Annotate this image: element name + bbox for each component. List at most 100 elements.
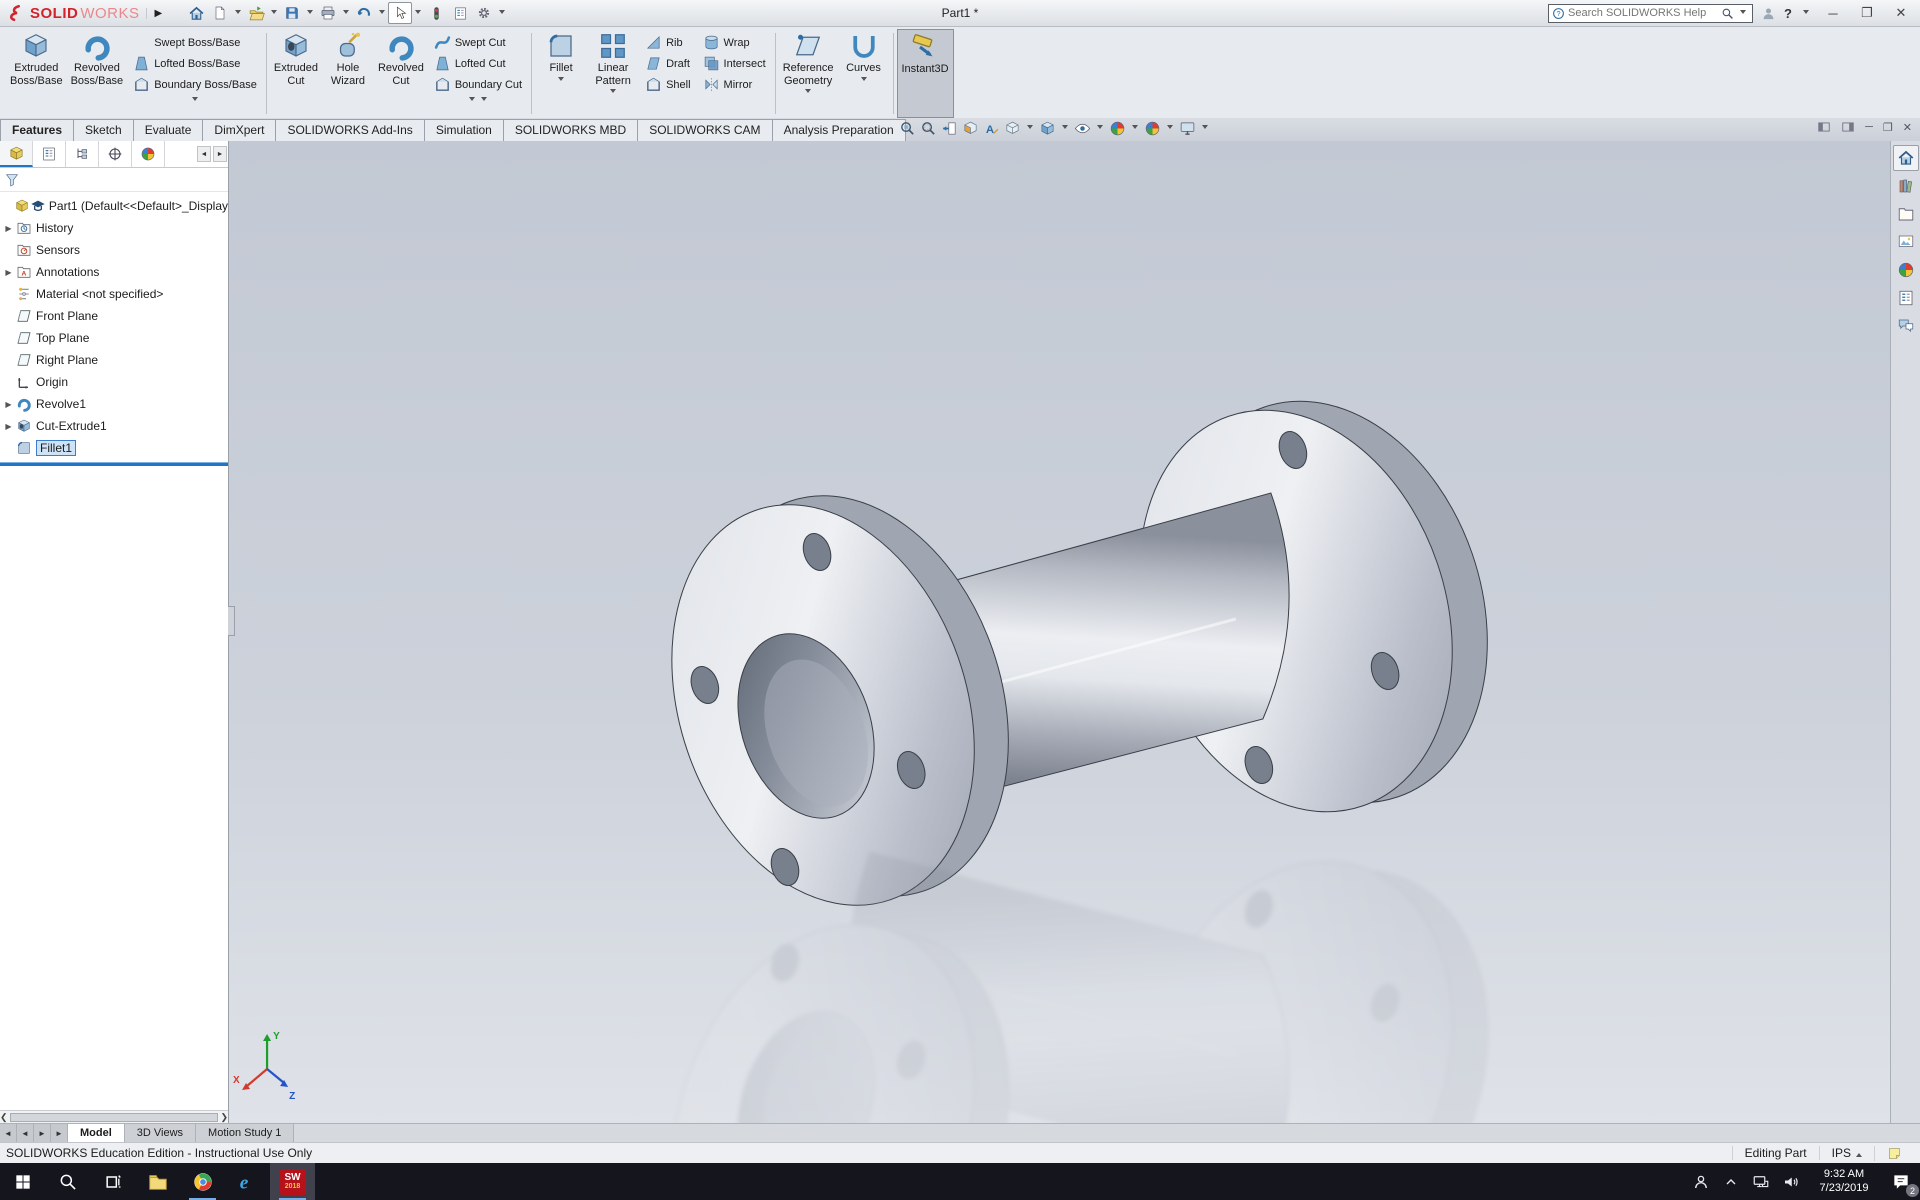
appearances-button[interactable] <box>1893 257 1919 283</box>
mirror-button[interactable]: Mirror <box>697 74 772 95</box>
undo-dropdown-caret[interactable] <box>379 10 385 17</box>
filter-funnel-icon[interactable] <box>4 172 20 188</box>
zoom-to-area-button[interactable] <box>919 119 938 138</box>
design-library-button[interactable] <box>1893 173 1919 199</box>
tab-solidworks-mbd[interactable]: SOLIDWORKS MBD <box>503 119 638 141</box>
dynamic-annotation-views-button[interactable] <box>982 119 1001 138</box>
help-dropdown-caret[interactable] <box>1803 10 1809 17</box>
tab-features[interactable]: Features <box>0 119 74 141</box>
hidden-icons-chevron[interactable] <box>1716 1163 1746 1200</box>
tab-scroll-first[interactable]: ◄ <box>0 1124 17 1142</box>
restore-button[interactable]: ❐ <box>1854 3 1880 23</box>
hide-show-items-button[interactable] <box>1073 119 1092 138</box>
reference-geometry-caret[interactable] <box>805 89 811 96</box>
taskbar-clock[interactable]: 9:32 AM 7/23/2019 <box>1806 1163 1882 1200</box>
boss-group-caret[interactable] <box>192 97 198 104</box>
user-account-icon[interactable] <box>1761 6 1776 21</box>
boundary-cut-button[interactable]: Boundary Cut <box>428 74 528 95</box>
people-tray-icon[interactable] <box>1686 1163 1716 1200</box>
tab-configurationmanager[interactable] <box>66 141 99 167</box>
help-search-box[interactable]: ? <box>1548 4 1753 23</box>
close-button[interactable]: ✕ <box>1888 3 1914 23</box>
expand-arrow-icon[interactable]: ▶ <box>2 268 15 277</box>
edit-appearance-caret[interactable] <box>1132 125 1138 132</box>
hole-wizard-button[interactable]: Hole Wizard <box>322 29 374 118</box>
apply-scene-button[interactable] <box>1143 119 1162 138</box>
tab-analysis-preparation[interactable]: Analysis Preparation <box>772 119 906 141</box>
tree-item-origin[interactable]: Origin <box>0 371 228 393</box>
tab-scroll-next[interactable]: ► <box>34 1124 51 1142</box>
taskpane-home-button[interactable] <box>1893 145 1919 171</box>
cut-group-caret[interactable] <box>469 97 475 104</box>
pane-tabs-scroll-right[interactable]: ► <box>213 146 227 162</box>
new-document-button[interactable] <box>208 2 232 24</box>
revolved-boss-base-button[interactable]: Revolved Boss/Base <box>67 29 128 118</box>
chrome-taskbar-button[interactable] <box>180 1163 225 1200</box>
scrollbar-thumb[interactable] <box>10 1113 219 1122</box>
linear-pattern-caret[interactable] <box>610 89 616 96</box>
shell-button[interactable]: Shell <box>639 74 696 95</box>
search-icon[interactable] <box>1721 7 1734 20</box>
instant3d-button[interactable]: Instant3D <box>897 29 954 118</box>
rollback-bar[interactable] <box>0 462 228 466</box>
curves-button[interactable]: Curves <box>838 29 890 118</box>
select-dropdown-caret[interactable] <box>415 10 421 17</box>
tree-item-annotations[interactable]: ▶Annotations <box>0 261 228 283</box>
tab-propertymanager[interactable] <box>33 141 66 167</box>
forum-button[interactable] <box>1893 313 1919 339</box>
view-settings-caret[interactable] <box>1202 125 1208 132</box>
pane-tabs-scroll-left[interactable]: ◄ <box>197 146 211 162</box>
tree-item-right-plane[interactable]: Right Plane <box>0 349 228 371</box>
file-explorer-button[interactable] <box>1893 201 1919 227</box>
tree-item-top-plane[interactable]: Top Plane <box>0 327 228 349</box>
graphics-area[interactable]: Y X Z <box>229 141 1890 1123</box>
tab-evaluate[interactable]: Evaluate <box>133 119 204 141</box>
tree-item-fillet1[interactable]: Fillet1 <box>0 437 228 459</box>
selection-toggles-button[interactable] <box>424 2 448 24</box>
task-view-button[interactable] <box>90 1163 135 1200</box>
tree-item-revolve1[interactable]: ▶Revolve1 <box>0 393 228 415</box>
tab-simulation[interactable]: Simulation <box>424 119 504 141</box>
print-dropdown-caret[interactable] <box>343 10 349 17</box>
tab-displaymanager[interactable] <box>132 141 165 167</box>
options-dropdown-caret[interactable] <box>499 10 505 17</box>
curves-caret[interactable] <box>861 77 867 84</box>
wrap-button[interactable]: Wrap <box>697 32 772 53</box>
tree-item-material[interactable]: Material <not specified> <box>0 283 228 305</box>
doc-close-button[interactable]: ✕ <box>1903 121 1912 134</box>
extruded-boss-base-button[interactable]: Extruded Boss/Base <box>6 29 67 118</box>
panel-splitter-handle[interactable] <box>228 606 235 636</box>
search-scope-caret[interactable] <box>1740 10 1746 17</box>
menu-flyout-arrow-icon[interactable]: ▶ <box>146 8 171 19</box>
tree-item-part1[interactable]: Part1 (Default<<Default>_Display <box>0 195 228 217</box>
lofted-boss-base-button[interactable]: Lofted Boss/Base <box>127 53 263 74</box>
help-menu[interactable]: ? <box>1784 6 1792 21</box>
select-button[interactable] <box>388 2 412 24</box>
display-style-caret[interactable] <box>1062 125 1068 132</box>
tab-scroll-prev[interactable]: ◄ <box>17 1124 34 1142</box>
tags-button[interactable] <box>1874 1146 1914 1161</box>
view-palette-button[interactable] <box>1893 229 1919 255</box>
linear-pattern-button[interactable]: Linear Pattern <box>587 29 639 118</box>
tab-dimxpertmanager[interactable] <box>99 141 132 167</box>
reference-geometry-button[interactable]: Reference Geometry <box>779 29 838 118</box>
tree-item-sensors[interactable]: Sensors <box>0 239 228 261</box>
network-tray-icon[interactable] <box>1746 1163 1776 1200</box>
tab-scroll-last[interactable]: ► <box>51 1124 68 1142</box>
scroll-left-arrow[interactable]: ❮ <box>0 1112 8 1123</box>
zoom-to-fit-button[interactable] <box>898 119 917 138</box>
properties-button[interactable] <box>448 2 472 24</box>
tab-model[interactable]: Model <box>68 1124 125 1142</box>
tree-item-front-plane[interactable]: Front Plane <box>0 305 228 327</box>
new-dropdown-caret[interactable] <box>235 10 241 17</box>
view-settings-button[interactable] <box>1178 119 1197 138</box>
tab-motion-study-1[interactable]: Motion Study 1 <box>196 1124 294 1142</box>
tab-sketch[interactable]: Sketch <box>73 119 134 141</box>
file-explorer-taskbar-button[interactable] <box>135 1163 180 1200</box>
tree-horizontal-scrollbar[interactable]: ❮❯ <box>0 1110 228 1123</box>
help-search-input[interactable] <box>1568 7 1718 19</box>
action-center-button[interactable]: 2 <box>1882 1163 1920 1200</box>
tab-solidworks-cam[interactable]: SOLIDWORKS CAM <box>637 119 772 141</box>
cut-group-caret2[interactable] <box>481 97 487 104</box>
expand-arrow-icon[interactable]: ▶ <box>2 400 15 409</box>
